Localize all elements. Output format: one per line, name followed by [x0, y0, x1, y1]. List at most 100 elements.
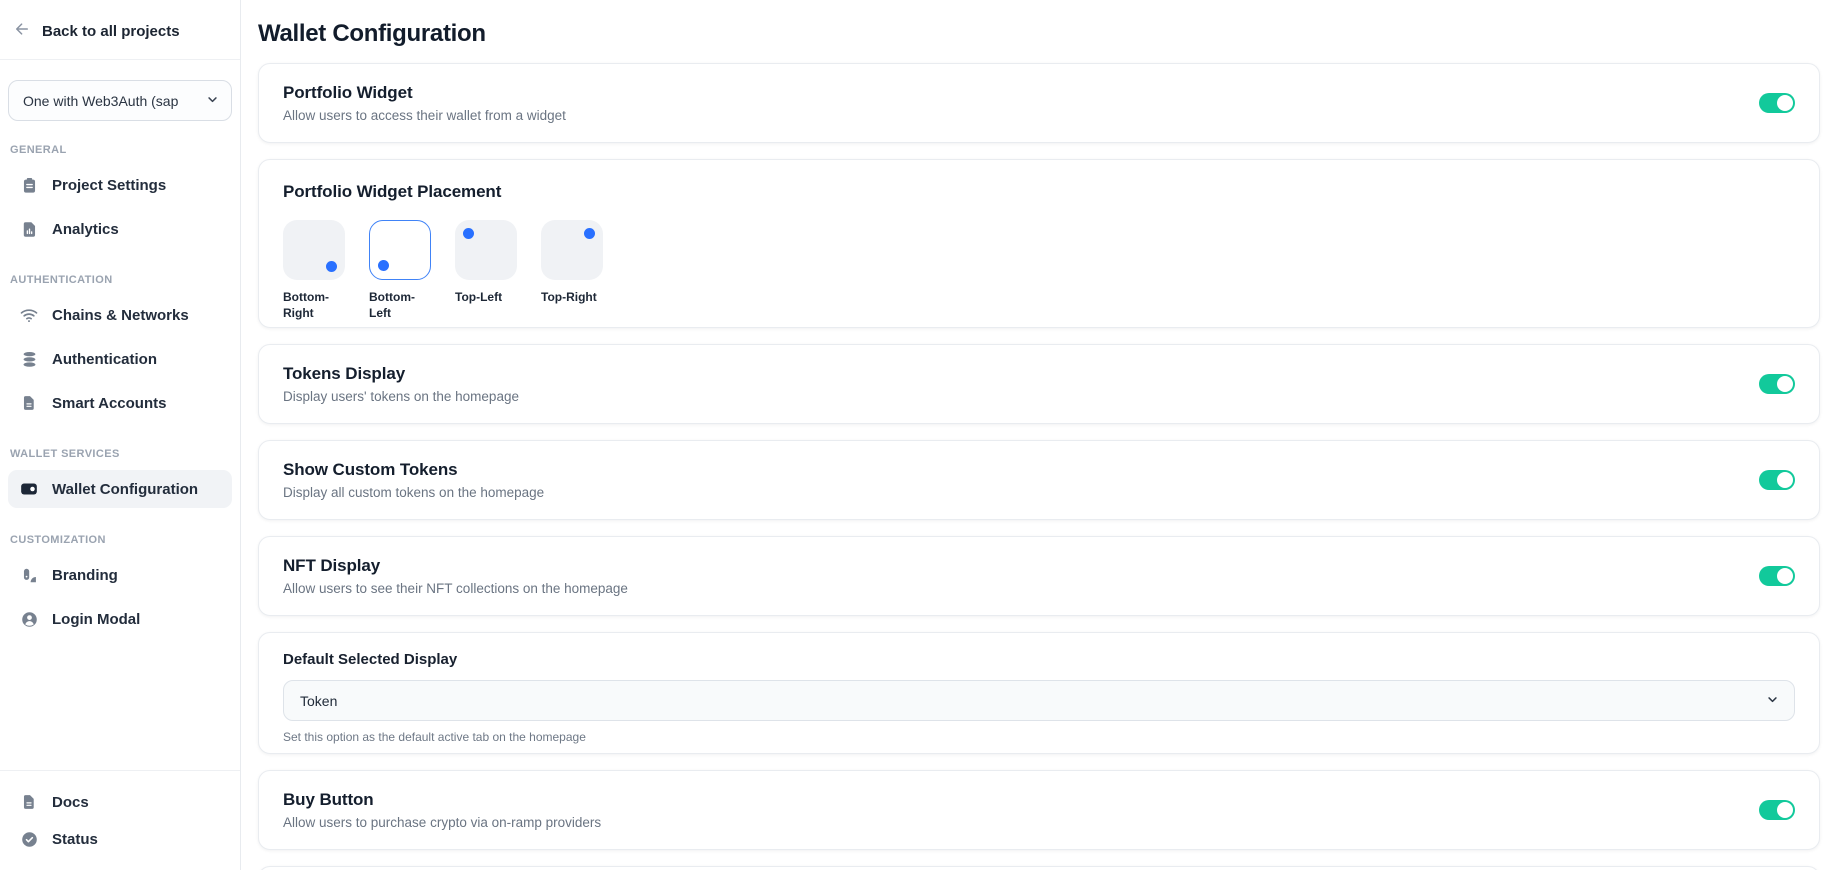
card-description: Display all custom tokens on the homepag… [283, 485, 544, 500]
page-title: Wallet Configuration [258, 21, 1820, 46]
toggle-knob [1777, 472, 1793, 488]
sidebar-item-project-settings[interactable]: Project Settings [8, 166, 232, 204]
tokens-display-toggle[interactable] [1759, 374, 1795, 394]
project-selector-value: One with Web3Auth (sap [23, 93, 199, 109]
placement-label: Bottom-Left [369, 290, 432, 321]
chevron-down-icon [1765, 692, 1780, 710]
sidebar: Back to all projects One with Web3Auth (… [0, 0, 241, 870]
sidebar-divider [0, 59, 240, 60]
back-to-projects-link[interactable]: Back to all projects [0, 0, 240, 59]
select-helper-text: Set this option as the default active ta… [283, 730, 1795, 744]
placement-dot-icon [326, 261, 337, 272]
toggle-knob [1777, 376, 1793, 392]
sidebar-item-label: Chains & Networks [52, 307, 189, 324]
sidebar-item-label: Analytics [52, 221, 119, 238]
section-label-wallet-services: WALLET SERVICES [10, 448, 240, 460]
document-icon [19, 792, 39, 812]
nft-display-toggle[interactable] [1759, 566, 1795, 586]
card-tokens-display: Tokens Display Display users' tokens on … [258, 344, 1820, 424]
placement-option-top-right[interactable]: Top-Right [541, 220, 604, 321]
sidebar-item-chains-networks[interactable]: Chains & Networks [8, 296, 232, 334]
card-title: NFT Display [283, 556, 628, 576]
placement-option-bottom-left[interactable]: Bottom-Left [369, 220, 432, 321]
sidebar-item-label: Authentication [52, 351, 157, 368]
card-text: Tokens Display Display users' tokens on … [283, 364, 519, 404]
card-show-custom-tokens: Show Custom Tokens Display all custom to… [258, 440, 1820, 520]
sidebar-item-login-modal[interactable]: Login Modal [8, 600, 232, 638]
user-circle-icon [19, 609, 39, 629]
project-selector-dropdown[interactable]: One with Web3Auth (sap [8, 80, 232, 121]
sidebar-item-label: Status [52, 831, 98, 848]
placement-dot-icon [378, 260, 389, 271]
card-description: Allow users to access their wallet from … [283, 108, 566, 123]
sidebar-item-label: Smart Accounts [52, 395, 166, 412]
paintbrush-icon [19, 565, 39, 585]
section-label-general: GENERAL [10, 144, 240, 156]
sidebar-item-label: Branding [52, 567, 118, 584]
placement-tile [283, 220, 345, 280]
placement-dot-icon [463, 228, 474, 239]
card-title: Portfolio Widget Placement [283, 182, 1795, 202]
card-nft-display: NFT Display Allow users to see their NFT… [258, 536, 1820, 616]
card-text: Portfolio Widget Allow users to access t… [283, 83, 566, 123]
placement-label: Bottom-Right [283, 290, 346, 321]
sidebar-item-docs[interactable]: Docs [8, 784, 232, 820]
select-value: Token [300, 693, 337, 709]
placement-label: Top-Left [455, 290, 518, 306]
sidebar-item-label: Project Settings [52, 177, 166, 194]
sidebar-item-wallet-configuration[interactable]: Wallet Configuration [8, 470, 232, 508]
sidebar-item-smart-accounts[interactable]: Smart Accounts [8, 384, 232, 422]
placement-label: Top-Right [541, 290, 604, 306]
back-label: Back to all projects [42, 23, 180, 40]
portfolio-widget-toggle[interactable] [1759, 93, 1795, 113]
card-title: Tokens Display [283, 364, 519, 384]
placement-tile [541, 220, 603, 280]
card-text: NFT Display Allow users to see their NFT… [283, 556, 628, 596]
card-text: Buy Button Allow users to purchase crypt… [283, 790, 601, 830]
analytics-doc-icon [19, 219, 39, 239]
sidebar-item-label: Login Modal [52, 611, 140, 628]
card-title: Default Selected Display [283, 651, 1795, 668]
toggle-knob [1777, 95, 1793, 111]
card-description: Allow users to purchase crypto via on-ra… [283, 815, 601, 830]
settings-card-list: Portfolio Widget Allow users to access t… [258, 63, 1820, 870]
section-label-authentication: AUTHENTICATION [10, 274, 240, 286]
sidebar-item-label: Docs [52, 794, 89, 811]
database-icon [19, 349, 39, 369]
card-default-selected-display: Default Selected Display Token Set this … [258, 632, 1820, 754]
sidebar-item-status[interactable]: Status [8, 821, 232, 857]
placement-dot-icon [584, 228, 595, 239]
card-title: Show Custom Tokens [283, 460, 544, 480]
section-label-customization: CUSTOMIZATION [10, 534, 240, 546]
wallet-icon [19, 479, 39, 499]
sidebar-item-authentication[interactable]: Authentication [8, 340, 232, 378]
card-buy-button: Buy Button Allow users to purchase crypt… [258, 770, 1820, 850]
sidebar-item-label: Wallet Configuration [52, 481, 198, 498]
card-text: Show Custom Tokens Display all custom to… [283, 460, 544, 500]
card-portfolio-widget-placement: Portfolio Widget Placement Bottom-Right … [258, 159, 1820, 328]
chevron-down-icon [205, 92, 220, 110]
document-icon [19, 393, 39, 413]
toggle-knob [1777, 568, 1793, 584]
back-arrow-icon [13, 20, 31, 42]
sidebar-item-branding[interactable]: Branding [8, 556, 232, 594]
sidebar-footer: Docs Status [0, 771, 240, 870]
placement-option-bottom-right[interactable]: Bottom-Right [283, 220, 346, 321]
card-title: Portfolio Widget [283, 83, 566, 103]
card-portfolio-widget: Portfolio Widget Allow users to access t… [258, 63, 1820, 143]
placement-tile-selected [369, 220, 431, 280]
placement-option-top-left[interactable]: Top-Left [455, 220, 518, 321]
default-display-select[interactable]: Token [283, 680, 1795, 721]
show-custom-tokens-toggle[interactable] [1759, 470, 1795, 490]
placement-tile [455, 220, 517, 280]
app-window: Back to all projects One with Web3Auth (… [0, 0, 1840, 870]
buy-button-toggle[interactable] [1759, 800, 1795, 820]
check-circle-icon [19, 829, 39, 849]
card-partial-next [258, 866, 1820, 870]
card-description: Display users' tokens on the homepage [283, 389, 519, 404]
sidebar-item-analytics[interactable]: Analytics [8, 210, 232, 248]
wifi-icon [19, 305, 39, 325]
toggle-knob [1777, 802, 1793, 818]
placement-options: Bottom-Right Bottom-Left Top-Left Top-Ri… [283, 220, 1795, 321]
clipboard-icon [19, 175, 39, 195]
